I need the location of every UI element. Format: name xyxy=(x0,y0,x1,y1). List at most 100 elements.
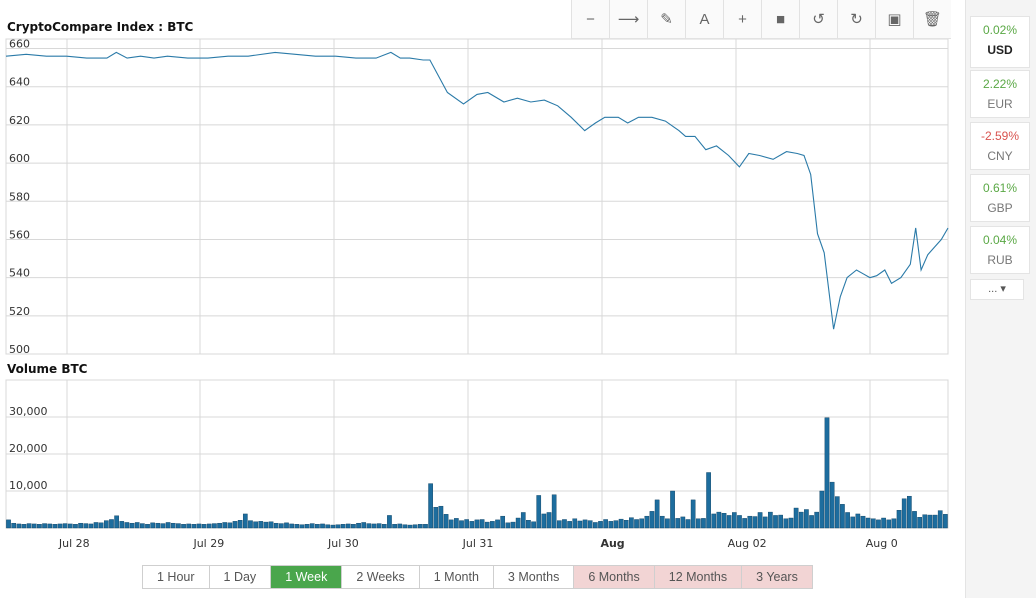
currency-cny-card[interactable]: -2.59% CNY xyxy=(970,122,1030,170)
volume-bar xyxy=(248,520,253,529)
range-3-years-button[interactable]: 3 Years xyxy=(742,566,812,588)
volume-bar xyxy=(412,524,418,529)
volume-bar xyxy=(418,524,423,529)
volume-bar xyxy=(114,515,119,529)
arrow-right-icon[interactable]: ⟶ xyxy=(610,0,648,38)
range-1-month-button[interactable]: 1 Month xyxy=(419,566,494,588)
time-range-selector: 1 Hour 1 Day 1 Week 2 Weeks 1 Month 3 Months 6… xyxy=(142,565,813,589)
volume-bar xyxy=(134,522,140,529)
volume-bar xyxy=(52,524,58,529)
volume-bar xyxy=(901,498,907,529)
volume-bar xyxy=(263,521,269,529)
redo-icon[interactable]: ↻ xyxy=(838,0,876,38)
minus-icon[interactable]: − xyxy=(572,0,610,38)
undo-icon[interactable]: ↺ xyxy=(800,0,838,38)
volume-bar xyxy=(726,515,732,529)
volume-bar xyxy=(320,523,325,529)
price-ytick-label: 600 xyxy=(9,152,30,165)
volume-bar xyxy=(649,511,655,529)
volume-bar xyxy=(670,490,675,529)
volume-bar xyxy=(778,514,783,529)
volume-bar xyxy=(361,522,367,529)
volume-bar xyxy=(237,520,243,529)
range-1-day-button[interactable]: 1 Day xyxy=(209,566,272,588)
volume-bar xyxy=(47,523,53,529)
volume-bar xyxy=(783,518,789,529)
currency-rub-card[interactable]: 0.04% RUB xyxy=(970,226,1030,274)
volume-bar xyxy=(387,515,392,529)
text-icon[interactable]: A xyxy=(686,0,724,38)
volume-bar xyxy=(222,522,228,529)
save-icon[interactable]: ▣ xyxy=(876,0,914,38)
volume-bar xyxy=(932,514,938,529)
currency-change: 0.61% xyxy=(982,181,1018,195)
currency-code: RUB xyxy=(987,253,1013,267)
x-axis-tick-label: Aug xyxy=(600,537,624,550)
currency-eur-card[interactable]: 2.22% EUR xyxy=(970,70,1030,118)
volume-bar xyxy=(42,523,47,529)
volume-bar xyxy=(330,524,336,529)
price-ytick-label: 620 xyxy=(9,114,30,127)
volume-bar xyxy=(870,518,876,529)
volume-bar xyxy=(484,521,490,529)
volume-bar xyxy=(845,512,850,529)
currency-change: -2.59% xyxy=(980,129,1020,143)
range-6-months-button[interactable]: 6 Months xyxy=(574,566,655,588)
volume-bar xyxy=(98,522,104,529)
volume-bar xyxy=(273,522,279,529)
volume-bar xyxy=(376,523,382,529)
volume-bar xyxy=(639,518,644,529)
volume-bar xyxy=(603,519,608,529)
volume-bar xyxy=(73,524,78,529)
more-currencies-button[interactable]: ... ▾ xyxy=(970,279,1024,300)
volume-bar xyxy=(93,522,99,529)
pencil-icon[interactable]: ✎ xyxy=(648,0,686,38)
volume-bar xyxy=(438,505,444,529)
x-axis-tick-label: Jul 29 xyxy=(192,537,224,550)
volume-bar xyxy=(196,523,202,529)
volume-bar xyxy=(345,523,351,529)
volume-bar xyxy=(109,519,114,529)
volume-bar xyxy=(685,519,691,529)
volume-bar xyxy=(608,521,614,529)
volume-bar xyxy=(618,518,624,529)
volume-bar xyxy=(294,524,300,529)
price-ytick-label: 560 xyxy=(9,228,30,241)
volume-bar xyxy=(397,523,403,529)
currency-gbp-card[interactable]: 0.61% GBP xyxy=(970,174,1030,222)
volume-bar xyxy=(407,524,413,529)
plus-icon[interactable]: + xyxy=(724,0,762,38)
volume-bar xyxy=(21,524,27,529)
range-2-weeks-button[interactable]: 2 Weeks xyxy=(342,566,420,588)
range-12-months-button[interactable]: 12 Months xyxy=(654,566,743,588)
volume-bar xyxy=(443,514,449,529)
volume-bar xyxy=(757,512,763,529)
volume-bar xyxy=(459,520,464,529)
x-axis-tick-label: Aug 02 xyxy=(728,537,767,550)
volume-bar xyxy=(659,515,665,529)
volume-bar xyxy=(876,519,881,529)
price-ytick-label: 640 xyxy=(9,76,30,89)
volume-bar xyxy=(582,519,588,529)
volume-bar xyxy=(392,524,397,529)
volume-bar xyxy=(62,523,68,529)
volume-bar xyxy=(490,521,495,529)
volume-bar xyxy=(309,523,315,529)
volume-bar xyxy=(351,524,356,529)
range-1-week-button[interactable]: 1 Week xyxy=(271,566,343,588)
volume-bar xyxy=(809,515,814,529)
square-icon[interactable]: ■ xyxy=(762,0,800,38)
volume-bar xyxy=(454,518,459,529)
volume-bar xyxy=(284,522,289,529)
volume-bar xyxy=(217,522,222,529)
range-1-hour-button[interactable]: 1 Hour xyxy=(143,566,210,588)
range-3-months-button[interactable]: 3 Months xyxy=(493,566,575,588)
volume-bar xyxy=(912,511,917,529)
trash-icon[interactable]: 🗑 xyxy=(914,0,951,38)
currency-usd-card[interactable]: 0.02% USD xyxy=(970,16,1030,68)
volume-bar xyxy=(834,496,840,529)
volume-bar xyxy=(695,518,701,529)
volume-bar xyxy=(78,522,83,529)
volume-bar xyxy=(356,522,361,529)
volume-bar xyxy=(11,522,17,529)
